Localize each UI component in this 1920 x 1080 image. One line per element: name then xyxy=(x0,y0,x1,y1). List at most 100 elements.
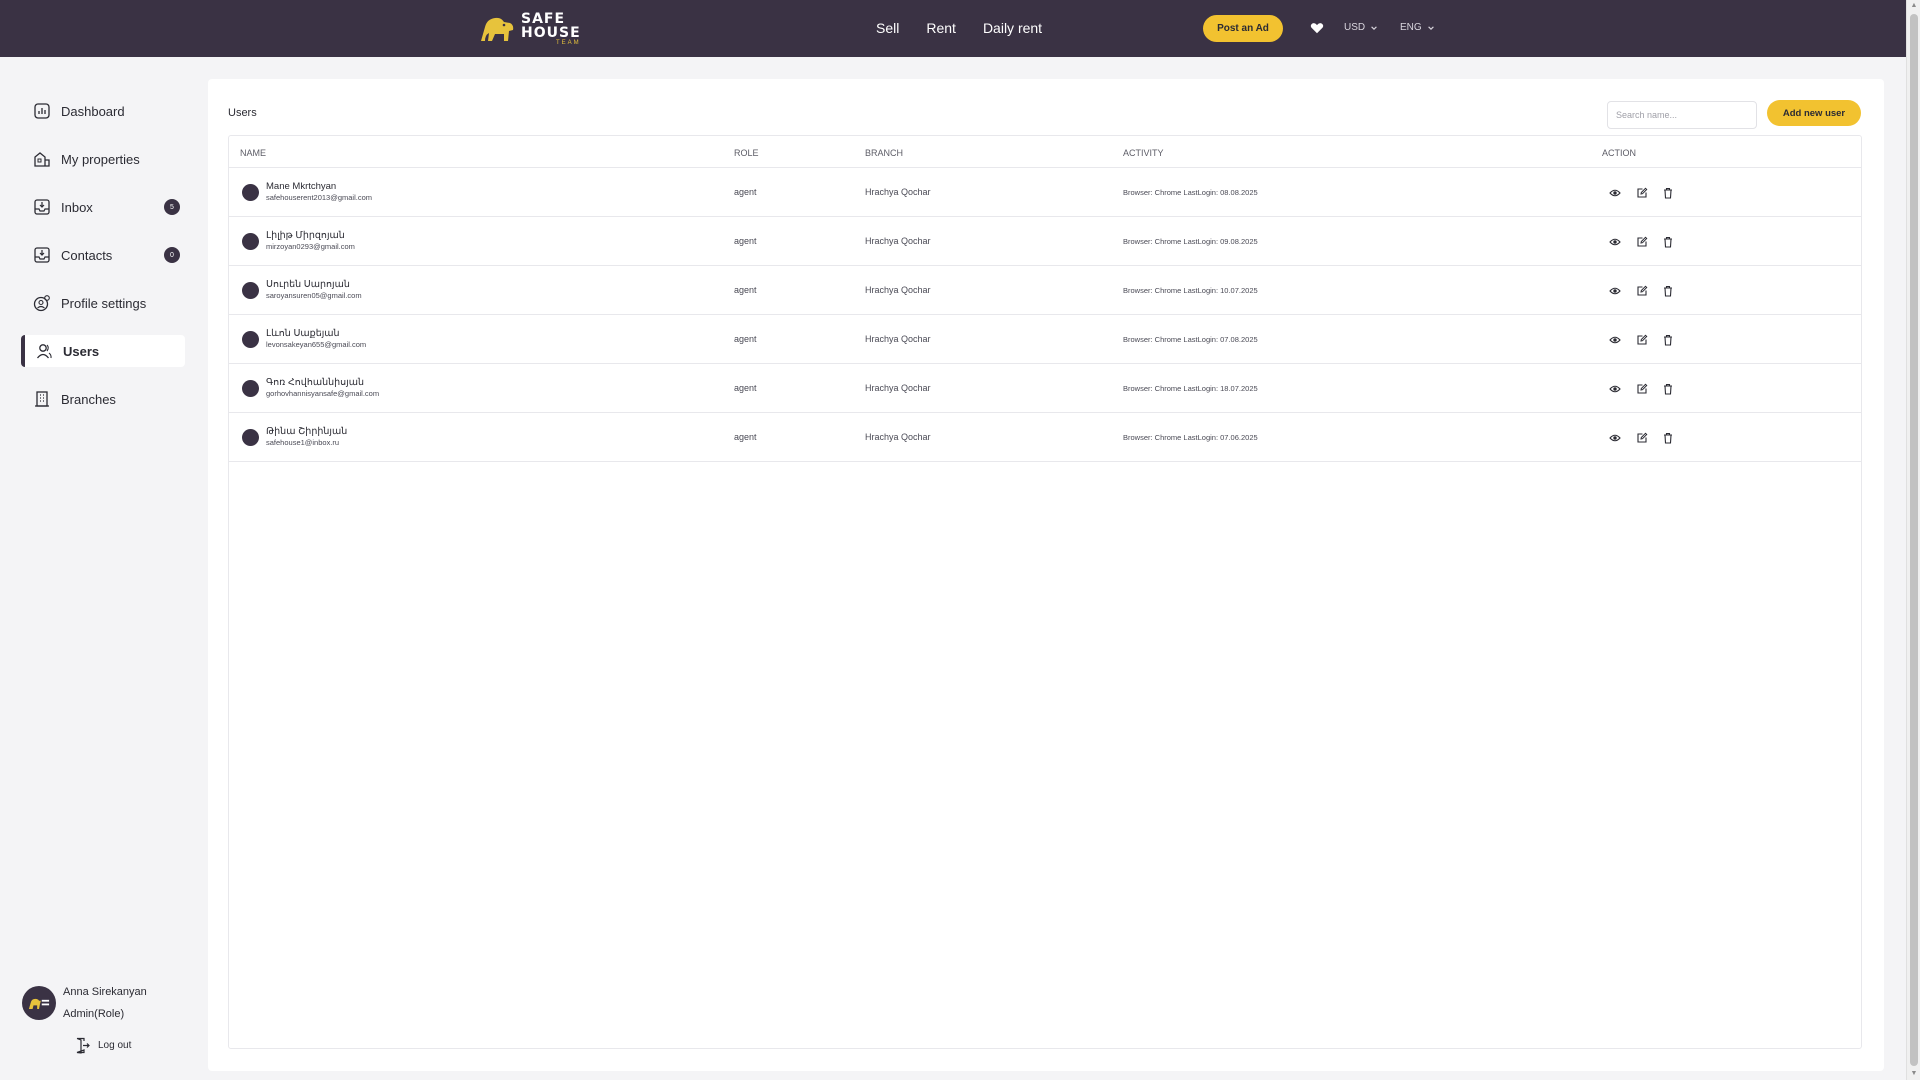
avatar xyxy=(242,282,259,299)
table-header: Name Role Branch Activity Action xyxy=(229,136,1861,168)
table-row[interactable]: Լիլիթ Միրզոյան mirzoyan0293@gmail.com agen… xyxy=(229,217,1861,266)
table-row[interactable]: Գոռ Հովհաննիսյան gorhovhannisyansafe@gmai… xyxy=(229,364,1861,413)
user-name: Սուրեն Սարոյան xyxy=(266,279,350,290)
scrollbar-thumb[interactable] xyxy=(1910,14,1918,1066)
sidebar-item-dashboard[interactable]: Dashboard xyxy=(21,95,185,127)
scroll-down-arrow-icon[interactable]: ▼ xyxy=(1910,1070,1918,1078)
user-activity: Browser: Chrome LastLogin: 09.08.2025 xyxy=(1123,237,1258,246)
post-ad-button[interactable]: Post an Ad xyxy=(1203,15,1283,42)
sidebar-item-branches[interactable]: Branches xyxy=(21,383,185,415)
sidebar-item-profile-settings[interactable]: Profile settings xyxy=(21,287,185,319)
user-name: Mane Mkrtchyan xyxy=(266,181,337,192)
currency-value: USD xyxy=(1344,22,1366,33)
user-role: agent xyxy=(734,236,757,246)
page-scrollbar[interactable]: ▲ ▼ xyxy=(1906,0,1920,1080)
view-eye-icon[interactable] xyxy=(1609,334,1621,346)
nav-daily-rent-link[interactable]: Daily rent xyxy=(983,20,1042,36)
sidebar-item-label: Inbox xyxy=(61,199,93,215)
delete-trash-icon[interactable] xyxy=(1662,432,1674,444)
avatar xyxy=(242,233,259,250)
branches-icon xyxy=(33,390,51,408)
table-row[interactable]: Թինա Շիրինյան safehouse1@inbox.ru agent Hra… xyxy=(229,413,1861,462)
currency-select[interactable]: USD xyxy=(1344,22,1378,33)
column-header-action: Action xyxy=(1602,148,1637,158)
sidebar-item-inbox[interactable]: Inbox 5 xyxy=(21,191,185,223)
contacts-icon xyxy=(33,246,51,264)
user-role: agent xyxy=(734,432,757,442)
delete-trash-icon[interactable] xyxy=(1662,383,1674,395)
main-nav: Sell Rent Daily rent xyxy=(876,20,1042,36)
user-role: agent xyxy=(734,285,757,295)
logout-button[interactable]: Log out xyxy=(75,1037,131,1054)
chevron-down-icon xyxy=(1427,25,1434,30)
edit-icon[interactable] xyxy=(1636,187,1648,199)
sidebar-item-label: Users xyxy=(63,343,100,359)
scroll-up-arrow-icon[interactable]: ▲ xyxy=(1910,2,1918,10)
edit-icon[interactable] xyxy=(1636,383,1648,395)
users-icon xyxy=(35,342,53,360)
profile-settings-icon xyxy=(33,294,51,312)
user-branch: Hrachya Qochar xyxy=(865,383,931,393)
delete-trash-icon[interactable] xyxy=(1662,236,1674,248)
user-profile[interactable]: Anna Sirekanyan Admin(Role) xyxy=(22,981,147,1025)
table-row[interactable]: Սուրեն Սարոյան saroyansuren05@gmail.com ag… xyxy=(229,266,1861,315)
inbox-count-badge: 5 xyxy=(164,199,180,215)
edit-icon[interactable] xyxy=(1636,236,1648,248)
nav-rent-link[interactable]: Rent xyxy=(926,20,956,36)
view-eye-icon[interactable] xyxy=(1609,432,1621,444)
users-table: Name Role Branch Activity Action Mane Mk… xyxy=(228,135,1862,1049)
logo-text-house: HOUSE xyxy=(521,25,581,41)
avatar xyxy=(242,380,259,397)
delete-trash-icon[interactable] xyxy=(1662,285,1674,297)
user-branch: Hrachya Qochar xyxy=(865,334,931,344)
delete-trash-icon[interactable] xyxy=(1662,187,1674,199)
view-eye-icon[interactable] xyxy=(1609,236,1621,248)
sidebar-item-my-properties[interactable]: My properties xyxy=(21,143,185,175)
favorites-heart-icon[interactable] xyxy=(1310,21,1324,35)
user-branch: Hrachya Qochar xyxy=(865,236,931,246)
column-header-role: Role xyxy=(734,148,759,158)
table-row[interactable]: Mane Mkrtchyan safehouserent2013@gmail.co… xyxy=(229,168,1861,217)
sidebar-item-contacts[interactable]: Contacts 0 xyxy=(21,239,185,271)
user-activity: Browser: Chrome LastLogin: 10.07.2025 xyxy=(1123,286,1258,295)
sidebar-item-users[interactable]: Users xyxy=(21,335,185,367)
brand-logo[interactable]: SAFE HOUSE TEAM xyxy=(477,12,581,46)
language-select[interactable]: ENG xyxy=(1400,22,1435,33)
column-header-activity: Activity xyxy=(1123,148,1164,158)
user-activity: Browser: Chrome LastLogin: 07.08.2025 xyxy=(1123,335,1258,344)
column-header-branch: Branch xyxy=(865,148,904,158)
view-eye-icon[interactable] xyxy=(1609,383,1621,395)
view-eye-icon[interactable] xyxy=(1609,285,1621,297)
profile-role: Admin(Role) xyxy=(63,1008,125,1020)
sidebar-item-label: Profile settings xyxy=(61,295,147,311)
user-email: safehouserent2013@gmail.com xyxy=(266,193,373,202)
avatar xyxy=(22,986,56,1020)
users-panel: Users Add new user Name Role Branch Acti… xyxy=(208,79,1884,1071)
user-email: gorhovhannisyansafe@gmail.com xyxy=(266,389,380,398)
edit-icon[interactable] xyxy=(1636,285,1648,297)
properties-icon xyxy=(33,150,51,168)
edit-icon[interactable] xyxy=(1636,432,1648,444)
user-name: Թինա Շիրինյան xyxy=(266,426,348,437)
user-branch: Hrachya Qochar xyxy=(865,432,931,442)
user-email: saroyansuren05@gmail.com xyxy=(266,291,362,300)
edit-icon[interactable] xyxy=(1636,334,1648,346)
user-email: safehouse1@inbox.ru xyxy=(266,438,340,447)
user-role: agent xyxy=(734,187,757,197)
user-activity: Browser: Chrome LastLogin: 18.07.2025 xyxy=(1123,384,1258,393)
profile-name: Anna Sirekanyan xyxy=(63,986,147,998)
avatar xyxy=(242,184,259,201)
dashboard-icon xyxy=(33,102,51,120)
logo-text-team: TEAM xyxy=(555,40,581,46)
user-role: agent xyxy=(734,334,757,344)
user-activity: Browser: Chrome LastLogin: 07.06.2025 xyxy=(1123,433,1258,442)
nav-sell-link[interactable]: Sell xyxy=(876,20,899,36)
delete-trash-icon[interactable] xyxy=(1662,334,1674,346)
add-user-button[interactable]: Add new user xyxy=(1767,100,1861,126)
view-eye-icon[interactable] xyxy=(1609,187,1621,199)
inbox-icon xyxy=(33,198,51,216)
user-activity: Browser: Chrome LastLogin: 08.08.2025 xyxy=(1123,188,1258,197)
table-row[interactable]: Լևոն Սաքեյան levonsakeyan655@gmail.com age… xyxy=(229,315,1861,364)
sidebar: Dashboard My properties Inbox 5 Contacts… xyxy=(0,57,200,1080)
search-input[interactable] xyxy=(1607,101,1757,129)
